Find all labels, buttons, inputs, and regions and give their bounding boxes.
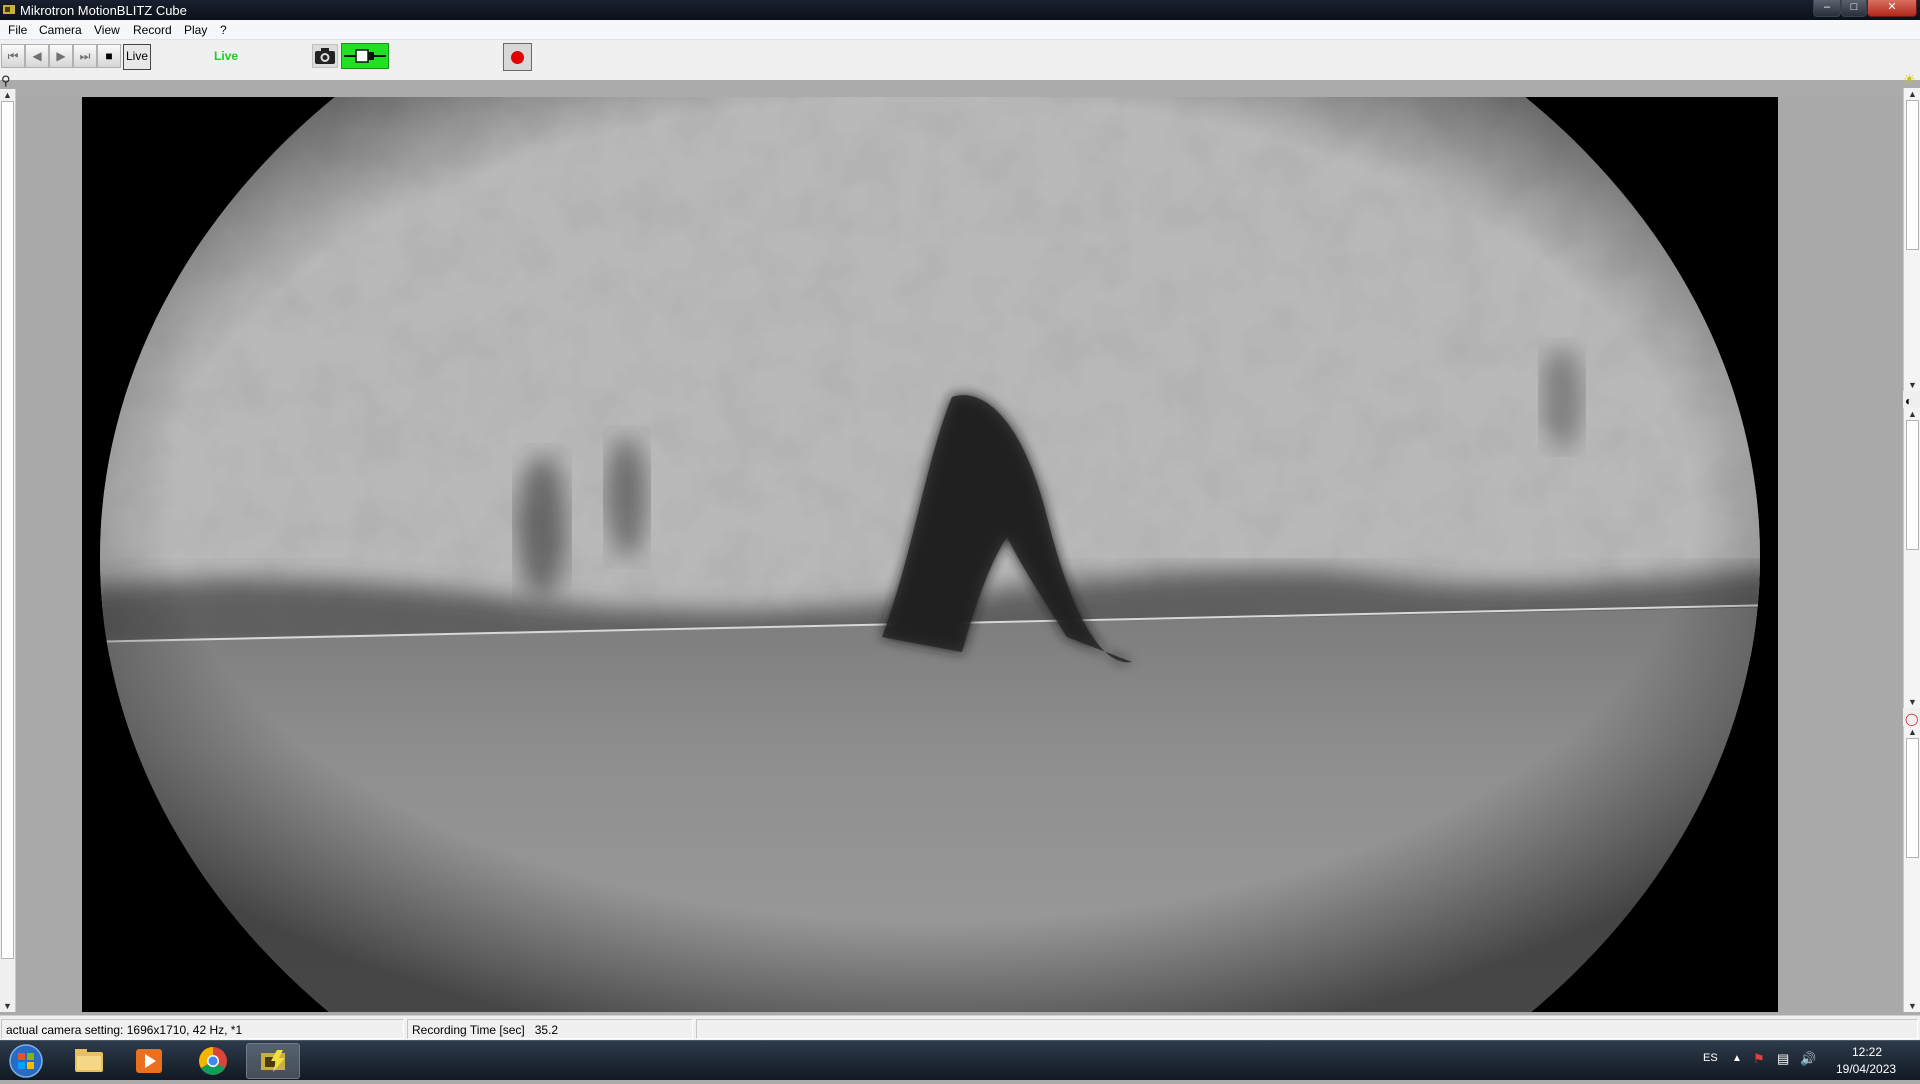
recording-time-status: Recording Time [sec] 35.2: [407, 1019, 693, 1039]
live-status-label: Live: [214, 49, 239, 63]
image-adjust-panel: ▲ ▼ ◐ ▲ ▼ ◯ ▲ ▼: [1903, 88, 1920, 1012]
brightness-up-arrow-icon[interactable]: ▲: [1908, 89, 1917, 99]
stop-icon: ■: [105, 49, 113, 63]
menu-record[interactable]: Record: [133, 23, 172, 37]
trigger-button[interactable]: [341, 43, 389, 69]
contrast-slider[interactable]: ▲ ▼: [1903, 408, 1920, 708]
gamma-icon: ◯: [1905, 712, 1919, 726]
motionblitz-icon: [261, 1050, 285, 1072]
media-player-icon: [136, 1049, 162, 1073]
menu-bar: File Camera View Record Play ?: [0, 20, 1920, 40]
folder-icon: [75, 1049, 103, 1072]
scroll-down-arrow-icon[interactable]: ▼: [3, 1001, 12, 1011]
menu-play[interactable]: Play: [184, 23, 207, 37]
play-button[interactable]: ▶: [49, 44, 73, 68]
tray-expand-icon[interactable]: ▲: [1732, 1053, 1742, 1064]
menu-file[interactable]: File: [8, 23, 27, 37]
gamma-thumb[interactable]: [1906, 738, 1919, 858]
contrast-thumb[interactable]: [1906, 420, 1919, 550]
chrome-icon: [199, 1047, 227, 1075]
brightness-down-arrow-icon[interactable]: ▼: [1908, 380, 1917, 390]
camera-setting-status: actual camera setting: 1696x1710, 42 Hz,…: [1, 1019, 404, 1039]
camera-live-image[interactable]: [82, 97, 1778, 1012]
status-bar: actual camera setting: 1696x1710, 42 Hz,…: [0, 1015, 1920, 1040]
contrast-up-arrow-icon[interactable]: ▲: [1908, 409, 1917, 419]
trigger-plug-icon: [344, 49, 386, 63]
title-bar: Mikrotron MotionBLITZ Cube – □ ✕: [0, 0, 1920, 20]
clock-date[interactable]: 19/04/2023: [1836, 1062, 1896, 1076]
taskbar: ES ▲ ⚑ ▤ 🔊 12:22 19/04/2023: [0, 1040, 1920, 1080]
start-button[interactable]: [7, 1043, 45, 1079]
taskbar-motionblitz[interactable]: [246, 1043, 300, 1079]
scroll-up-arrow-icon[interactable]: ▲: [3, 90, 12, 100]
network-icon[interactable]: ▤: [1777, 1051, 1789, 1067]
windows-start-icon: [9, 1044, 43, 1078]
live-button[interactable]: Live: [123, 44, 151, 70]
recording-time-value: 35.2: [534, 1023, 559, 1037]
step-back-icon: ◀: [32, 49, 42, 63]
action-center-flag-icon[interactable]: ⚑: [1753, 1051, 1765, 1067]
skip-to-start-icon: ⏮: [7, 49, 19, 63]
close-button[interactable]: ✕: [1867, 0, 1917, 17]
minimize-button[interactable]: –: [1813, 0, 1841, 17]
maximize-button[interactable]: □: [1841, 0, 1867, 17]
step-forward-button[interactable]: ⏭: [73, 44, 97, 68]
toolbar: ⏮ ◀ ▶ ⏭ ■ Live Live: [0, 40, 1920, 80]
menu-camera[interactable]: Camera: [39, 23, 82, 37]
recording-time-label: Recording Time [sec]: [412, 1023, 525, 1037]
step-forward-icon: ⏭: [79, 49, 91, 63]
brightness-icon[interactable]: ☀: [1903, 71, 1916, 88]
brightness-slider[interactable]: ▲ ▼: [1903, 88, 1920, 391]
taskbar-media-player[interactable]: [122, 1043, 176, 1079]
contrast-icon: ◐: [1905, 394, 1913, 408]
snapshot-button[interactable]: [312, 44, 338, 68]
play-icon: ▶: [56, 49, 66, 63]
camera-icon: [315, 48, 335, 64]
app-icon: [3, 5, 15, 14]
menu-help[interactable]: ?: [220, 23, 227, 37]
vertical-scrollbar-left[interactable]: ▲ ▼: [0, 89, 16, 1012]
scroll-thumb[interactable]: [1, 101, 14, 959]
contrast-down-arrow-icon[interactable]: ▼: [1908, 697, 1917, 707]
taskbar-file-explorer[interactable]: [62, 1043, 116, 1079]
record-icon: [511, 51, 524, 64]
clock-time[interactable]: 12:22: [1852, 1045, 1882, 1059]
zoom-icon[interactable]: ⚲: [1, 73, 11, 89]
menu-view[interactable]: View: [94, 23, 120, 37]
skip-to-start-button[interactable]: ⏮: [1, 44, 25, 68]
window-title: Mikrotron MotionBLITZ Cube: [20, 3, 187, 18]
gamma-slider[interactable]: ▲ ▼: [1903, 726, 1920, 1012]
stop-button[interactable]: ■: [97, 44, 121, 68]
record-button[interactable]: [503, 43, 532, 71]
image-viewport: [17, 97, 1902, 1012]
volume-icon[interactable]: 🔊: [1800, 1051, 1816, 1067]
camera-image: [82, 97, 1778, 1012]
step-back-button[interactable]: ◀: [25, 44, 49, 68]
gamma-up-arrow-icon[interactable]: ▲: [1908, 727, 1917, 737]
status-empty-pane: [696, 1019, 1918, 1039]
taskbar-chrome[interactable]: [186, 1043, 240, 1079]
language-indicator[interactable]: ES: [1703, 1052, 1718, 1064]
brightness-thumb[interactable]: [1906, 100, 1919, 250]
gamma-down-arrow-icon[interactable]: ▼: [1908, 1001, 1917, 1011]
